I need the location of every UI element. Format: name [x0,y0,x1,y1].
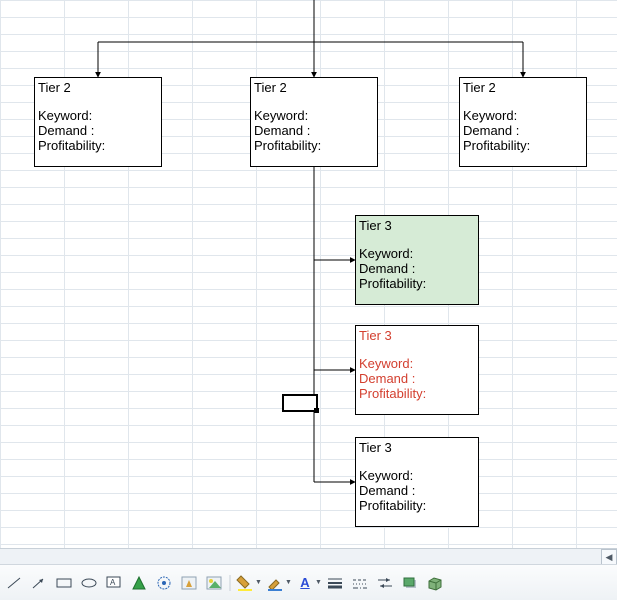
line-color-tool[interactable] [263,572,287,594]
3d-tool[interactable] [423,572,447,594]
dropdown-icon[interactable]: ▼ [255,579,262,586]
tier-label: Tier 2 [463,80,583,95]
keyword-label: Keyword: [463,108,583,123]
demand-label: Demand : [463,123,583,138]
autoshapes-tool[interactable] [127,572,151,594]
horizontal-scrollbar[interactable]: ◀ [0,548,617,564]
wordart-tool[interactable] [152,572,176,594]
dropdown-icon[interactable]: ▼ [315,579,322,586]
tier2-node-right[interactable]: Tier 2 Keyword: Demand : Profitability: [459,77,587,167]
tier3-node-green[interactable]: Tier 3 Keyword: Demand : Profitability: [355,215,479,305]
tier-label: Tier 3 [359,218,475,233]
font-color-tool[interactable]: A [293,572,317,594]
triangle-left-icon: ◀ [606,552,613,563]
line-style-tool[interactable] [323,572,347,594]
drawing-toolbar: A ▼ ▼ A ▼ [0,564,617,600]
demand-label: Demand : [254,123,374,138]
textbox-tool[interactable]: A [102,572,126,594]
clipart-tool[interactable] [202,572,226,594]
tier3-node-red[interactable]: Tier 3 Keyword: Demand : Profitability: [355,325,479,415]
keyword-label: Keyword: [359,246,475,261]
dash-style-tool[interactable] [348,572,372,594]
profitability-label: Profitability: [254,138,374,153]
profitability-label: Profitability: [38,138,158,153]
fill-color-tool[interactable] [233,572,257,594]
profitability-label: Profitability: [463,138,583,153]
dropdown-icon[interactable]: ▼ [285,579,292,586]
active-cell-cursor[interactable] [282,394,318,412]
keyword-label: Keyword: [359,468,475,483]
profitability-label: Profitability: [359,498,475,513]
ellipse-tool[interactable] [77,572,101,594]
tier-label: Tier 2 [254,80,374,95]
tier-label: Tier 3 [359,440,475,455]
profitability-label: Profitability: [359,386,475,401]
scroll-left-button[interactable]: ◀ [601,549,617,565]
tier-label: Tier 3 [359,328,475,343]
line-tool[interactable] [2,572,26,594]
demand-label: Demand : [359,261,475,276]
demand-label: Demand : [38,123,158,138]
keyword-label: Keyword: [359,356,475,371]
profitability-label: Profitability: [359,276,475,291]
demand-label: Demand : [359,371,475,386]
tier2-node-center[interactable]: Tier 2 Keyword: Demand : Profitability: [250,77,378,167]
keyword-label: Keyword: [38,108,158,123]
keyword-label: Keyword: [254,108,374,123]
arrow-style-tool[interactable] [373,572,397,594]
rectangle-tool[interactable] [52,572,76,594]
diagram-tool[interactable] [177,572,201,594]
shadow-tool[interactable] [398,572,422,594]
arrow-tool[interactable] [27,572,51,594]
tier-label: Tier 2 [38,80,158,95]
tier2-node-left[interactable]: Tier 2 Keyword: Demand : Profitability: [34,77,162,167]
svg-text:A: A [110,578,116,587]
demand-label: Demand : [359,483,475,498]
tier3-node-plain[interactable]: Tier 3 Keyword: Demand : Profitability: [355,437,479,527]
